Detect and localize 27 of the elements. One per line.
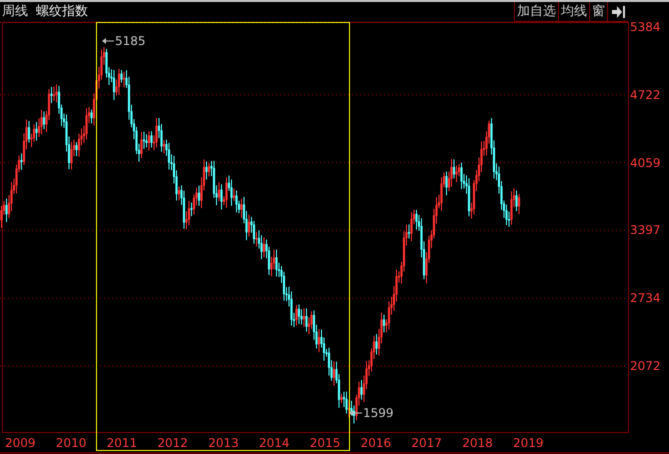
toolbar-button[interactable]: 均线 — [559, 2, 590, 22]
x-axis-label: 2014 — [259, 437, 290, 449]
x-axis-label: 2010 — [56, 437, 86, 449]
x-axis-label: 2015 — [310, 437, 340, 449]
x-axis-label: 2017 — [411, 437, 442, 449]
leader-line — [102, 38, 114, 44]
leader-line — [349, 410, 362, 416]
x-axis-label: 2012 — [157, 437, 188, 449]
x-axis-label: 2009 — [5, 437, 36, 449]
x-axis-label: 2013 — [208, 437, 239, 449]
x-axis-label: 2018 — [462, 437, 493, 449]
y-axis-label: 4722 — [630, 88, 661, 101]
arrow-to-bar-icon — [612, 6, 624, 18]
y-axis-label: 2734 — [630, 292, 661, 304]
y-axis-label: 3397 — [630, 224, 661, 236]
y-axis-label: 4059 — [630, 156, 661, 169]
high-price-label: 5185 — [115, 35, 146, 47]
x-axis-label: 2016 — [360, 437, 392, 449]
toolbar-button[interactable]: 加自选 — [515, 2, 559, 22]
instrument-title: 螺纹指数 — [36, 3, 88, 22]
x-axis-label: 2011 — [106, 437, 138, 449]
y-axis-label: 5384 — [630, 21, 661, 33]
low-price-label: 1599 — [363, 407, 394, 419]
x-axis-label: 2019 — [513, 437, 544, 449]
y-axis-label: 2072 — [630, 360, 661, 372]
period-label: 周线 — [2, 3, 28, 22]
toolbar-button[interactable]: 窗 — [590, 2, 608, 22]
